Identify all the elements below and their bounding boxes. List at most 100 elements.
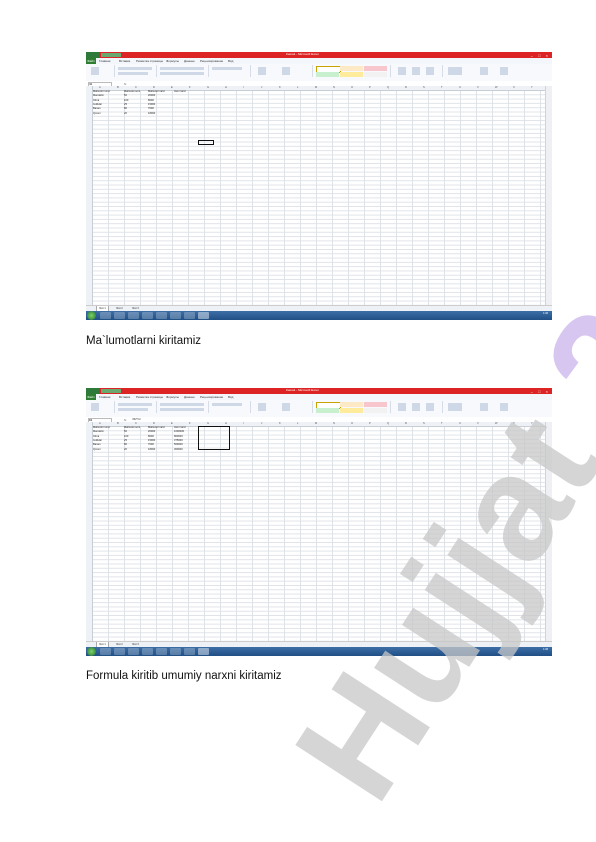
column-header[interactable]: R bbox=[405, 86, 407, 90]
tab-review[interactable]: Рецензирование bbox=[200, 59, 223, 63]
style-neutral[interactable] bbox=[340, 66, 363, 71]
table-cell[interactable]: 18000 bbox=[148, 448, 155, 452]
tab-page-layout[interactable]: Разметка страницы bbox=[136, 395, 163, 399]
table-header-cell[interactable]: Jami narxi bbox=[174, 90, 186, 94]
app-icon-2[interactable] bbox=[156, 312, 167, 319]
column-header[interactable]: O bbox=[351, 422, 353, 426]
tab-formulas[interactable]: Формулы bbox=[166, 59, 179, 63]
table-cell[interactable]: Qovun bbox=[93, 448, 101, 452]
column-header[interactable]: E bbox=[171, 422, 173, 426]
column-header[interactable]: X bbox=[513, 422, 515, 426]
column-header[interactable]: K bbox=[279, 86, 281, 90]
tab-insert[interactable]: Вставка bbox=[119, 59, 130, 63]
tab-data[interactable]: Данные bbox=[184, 59, 195, 63]
vertical-scrollbar[interactable] bbox=[545, 86, 552, 306]
column-header[interactable]: Y bbox=[531, 86, 533, 90]
explorer-icon[interactable] bbox=[114, 648, 125, 655]
excel-taskbar-icon[interactable] bbox=[170, 312, 181, 319]
column-header[interactable]: F bbox=[189, 86, 191, 90]
style-good[interactable] bbox=[316, 72, 339, 77]
style-good[interactable] bbox=[316, 408, 339, 413]
start-icon[interactable] bbox=[87, 311, 96, 320]
app-icon-2[interactable] bbox=[156, 648, 167, 655]
column-header[interactable]: B bbox=[117, 86, 119, 90]
column-header[interactable]: O bbox=[351, 86, 353, 90]
column-header[interactable]: T bbox=[441, 422, 443, 426]
column-header[interactable]: V bbox=[477, 422, 479, 426]
column-header[interactable]: P bbox=[369, 422, 371, 426]
column-header[interactable]: Q bbox=[387, 422, 389, 426]
vertical-scrollbar[interactable] bbox=[545, 422, 552, 642]
style-output[interactable] bbox=[364, 72, 387, 77]
formula-input[interactable]: =B2*C2 bbox=[132, 418, 141, 421]
column-header[interactable]: J bbox=[261, 422, 262, 426]
tab-home[interactable]: Главная bbox=[99, 395, 110, 399]
excel-taskbar-icon[interactable] bbox=[170, 648, 181, 655]
tab-formulas[interactable]: Формулы bbox=[166, 395, 179, 399]
quick-access-toolbar[interactable] bbox=[101, 53, 121, 57]
tab-review[interactable]: Рецензирование bbox=[200, 395, 223, 399]
column-header[interactable]: N bbox=[333, 422, 335, 426]
start-icon[interactable] bbox=[87, 647, 96, 656]
column-header[interactable]: M bbox=[315, 86, 317, 90]
ie-icon[interactable] bbox=[100, 312, 111, 319]
quick-access-toolbar[interactable] bbox=[101, 389, 121, 393]
excel-window-button[interactable] bbox=[198, 312, 209, 319]
column-header[interactable]: Y bbox=[531, 422, 533, 426]
table-cell[interactable]: 360000 bbox=[174, 448, 183, 452]
app-icon-3[interactable] bbox=[184, 312, 195, 319]
column-header[interactable]: K bbox=[279, 422, 281, 426]
column-header[interactable]: B bbox=[117, 422, 119, 426]
tab-view[interactable]: Вид bbox=[228, 395, 233, 399]
style-output[interactable] bbox=[364, 408, 387, 413]
column-header[interactable]: U bbox=[459, 86, 461, 90]
column-header[interactable]: S bbox=[423, 422, 425, 426]
table-cell[interactable]: 20 bbox=[124, 112, 127, 116]
style-input[interactable] bbox=[340, 72, 363, 77]
table-cell[interactable]: Qovun bbox=[93, 112, 101, 116]
column-header[interactable]: T bbox=[441, 86, 443, 90]
column-header[interactable]: L bbox=[297, 86, 298, 90]
excel-window-button[interactable] bbox=[198, 648, 209, 655]
column-header[interactable]: W bbox=[495, 422, 497, 426]
column-header[interactable]: N bbox=[333, 86, 335, 90]
column-header[interactable]: U bbox=[459, 422, 461, 426]
column-header[interactable]: E bbox=[171, 86, 173, 90]
table-cell[interactable]: 20 bbox=[124, 448, 127, 452]
tab-view[interactable]: Вид bbox=[228, 59, 233, 63]
media-icon[interactable] bbox=[128, 312, 139, 319]
column-header[interactable]: S bbox=[423, 86, 425, 90]
style-input[interactable] bbox=[340, 408, 363, 413]
app-icon-3[interactable] bbox=[184, 648, 195, 655]
column-header[interactable]: R bbox=[405, 422, 407, 426]
column-header[interactable]: P bbox=[369, 86, 371, 90]
tab-page-layout[interactable]: Разметка страницы bbox=[136, 59, 163, 63]
worksheet-grid[interactable]: ABCDEFGHIJKLMNOPQRSTUVWXY Mahsulot nomi M… bbox=[86, 422, 546, 642]
column-header[interactable]: I bbox=[243, 86, 244, 90]
app-icon[interactable] bbox=[142, 312, 153, 319]
tab-data[interactable]: Данные bbox=[184, 395, 195, 399]
column-header[interactable]: W bbox=[495, 86, 497, 90]
column-header[interactable]: F bbox=[189, 422, 191, 426]
style-bad[interactable] bbox=[364, 402, 387, 407]
column-header[interactable]: Q bbox=[387, 86, 389, 90]
active-cell[interactable] bbox=[198, 140, 214, 145]
column-header[interactable]: G bbox=[207, 86, 209, 90]
column-header[interactable]: X bbox=[513, 86, 515, 90]
column-header[interactable]: H bbox=[225, 86, 227, 90]
style-bad[interactable] bbox=[364, 66, 387, 71]
tab-home[interactable]: Главная bbox=[99, 59, 110, 63]
app-icon[interactable] bbox=[142, 648, 153, 655]
tab-insert[interactable]: Вставка bbox=[119, 395, 130, 399]
table-cell[interactable]: 18000 bbox=[148, 112, 155, 116]
explorer-icon[interactable] bbox=[114, 312, 125, 319]
column-header[interactable]: I bbox=[243, 422, 244, 426]
column-header[interactable]: L bbox=[297, 422, 298, 426]
column-header[interactable]: V bbox=[477, 86, 479, 90]
style-neutral[interactable] bbox=[340, 402, 363, 407]
selected-range[interactable] bbox=[198, 426, 230, 450]
media-icon[interactable] bbox=[128, 648, 139, 655]
column-header[interactable]: M bbox=[315, 422, 317, 426]
column-header[interactable]: J bbox=[261, 86, 262, 90]
worksheet-grid[interactable]: ABCDEFGHIJKLMNOPQRSTUVWXY Mahsulot nomi M… bbox=[86, 86, 546, 306]
